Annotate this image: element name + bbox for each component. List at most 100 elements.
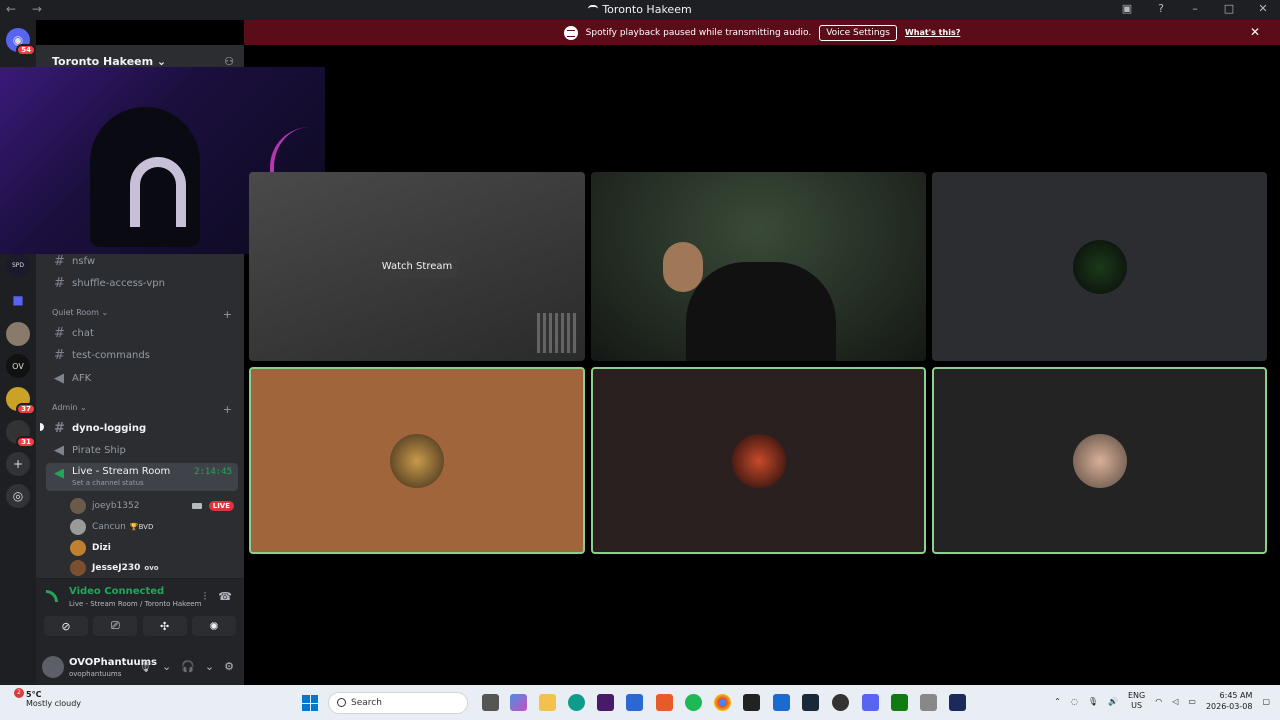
activities-button[interactable]: ✣ [142, 616, 187, 636]
camera-off-button[interactable]: ⊘ [44, 616, 88, 636]
chevron-down-icon[interactable]: ⌄ [205, 660, 214, 673]
taskbar-search[interactable]: Search [328, 692, 468, 714]
channel-chat[interactable]: # chat [46, 322, 238, 344]
speaker-icon: ◀ [54, 442, 64, 458]
clock[interactable]: 6:45 AM 2026-03-08 [1206, 690, 1253, 712]
avatar-tile[interactable] [249, 367, 585, 554]
headphones-icon[interactable]: 🎧 [181, 660, 195, 673]
speaker-icon[interactable]: ◁ [1172, 697, 1178, 706]
hash-icon: # [54, 275, 65, 291]
spotify-notice-bar: Spotify playback paused while transmitti… [244, 20, 1280, 45]
whats-this-link[interactable]: What's this? [905, 28, 960, 37]
chevron-up-icon[interactable]: ⌃ [1054, 697, 1061, 706]
battery-icon[interactable]: ▭ [1188, 697, 1196, 706]
avatar [70, 560, 86, 576]
signal-icon[interactable] [46, 590, 58, 602]
soundboard-button[interactable]: ✺ [191, 616, 236, 636]
notifications-icon[interactable]: ▢ [1262, 697, 1270, 706]
voice-user[interactable]: Dizi [70, 538, 240, 558]
voice-user[interactable]: JesseJ230 ovo [70, 560, 240, 576]
spotify-taskbar-icon[interactable] [685, 694, 702, 711]
voice-settings-button[interactable]: Voice Settings [819, 24, 897, 41]
channel-shuffle[interactable]: # shuffle-access-vpn [46, 272, 238, 294]
window-controls: ▣ ? – □ ✕ [1120, 2, 1270, 15]
microphone-icon[interactable]: 🎙 [138, 660, 152, 673]
channel-afk[interactable]: ◀ AFK [46, 367, 238, 389]
edge-icon[interactable] [568, 694, 585, 711]
voice-status-subtitle[interactable]: Live - Stream Room / Toronto Hakeem [69, 600, 201, 608]
task-view-icon[interactable] [482, 694, 499, 711]
discord-taskbar-icon[interactable] [862, 694, 879, 711]
help-icon[interactable]: ? [1154, 2, 1168, 15]
screen-share-button[interactable]: ⎚ [93, 616, 138, 636]
close-notice-icon[interactable]: ✕ [1250, 25, 1260, 39]
minimize-button[interactable]: – [1188, 2, 1202, 15]
title-bar: ← → Toronto Hakeem ▣ ? – □ ✕ [0, 0, 1280, 20]
start-button[interactable] [302, 695, 318, 711]
hash-icon: # [54, 347, 65, 363]
category-admin[interactable]: Admin ⌄ + [52, 403, 232, 416]
channel-pirate-ship[interactable]: ◀ Pirate Ship [46, 439, 238, 461]
volume-icon[interactable]: 🔊 [1108, 697, 1118, 706]
avatar-tile[interactable] [591, 367, 926, 554]
category-quiet-room[interactable]: Quiet Room ⌄ + [52, 308, 232, 321]
copilot-icon[interactable] [510, 694, 527, 711]
file-explorer-icon[interactable] [539, 694, 556, 711]
add-server-icon[interactable]: + [6, 452, 30, 476]
inbox-icon[interactable]: ▣ [1120, 2, 1134, 15]
server-icon-3[interactable]: 37 [6, 387, 36, 415]
app-icon[interactable] [773, 694, 790, 711]
search-icon [337, 698, 346, 707]
window-icon [588, 5, 599, 13]
disconnect-icon[interactable]: ☎ [218, 590, 232, 604]
voice-status-title: Video Connected [69, 586, 165, 597]
network-icon[interactable]: ◌ [1071, 697, 1078, 706]
channel-test-commands[interactable]: # test-commands [46, 344, 238, 366]
user-avatar[interactable] [42, 656, 64, 678]
steam-icon[interactable] [802, 694, 819, 711]
app-icon[interactable] [949, 694, 966, 711]
language-indicator[interactable]: ENG US [1128, 691, 1145, 711]
channel-live-stream-room[interactable]: ◀ Live - Stream Room 2:14:45 Set a channe… [46, 463, 238, 491]
folder-icon[interactable]: ■ [6, 288, 30, 312]
discover-icon[interactable]: ◎ [6, 484, 30, 508]
xbox-icon[interactable] [891, 694, 908, 711]
weather-badge: 2 [14, 688, 24, 698]
video-tile[interactable] [591, 172, 926, 361]
mic-tray-icon[interactable]: 🎙 [1088, 697, 1098, 706]
chrome-icon[interactable] [714, 694, 731, 711]
video-person [686, 262, 836, 361]
stream-tile[interactable]: Watch Stream [249, 172, 585, 361]
channel-status[interactable]: Set a channel status [72, 479, 144, 487]
server-icon-2[interactable] [6, 322, 30, 346]
chevron-down-icon[interactable]: ⌄ [162, 660, 171, 673]
app-icon[interactable] [832, 694, 849, 711]
home-button[interactable]: ◉ 54 [6, 28, 36, 56]
settings-gear-icon[interactable]: ⚙ [224, 660, 234, 673]
hash-icon: # [54, 325, 65, 341]
voice-user[interactable]: joeyb1352 LIVE [70, 496, 240, 516]
voice-user[interactable]: Cancun 🏆BVD [70, 517, 240, 537]
user-controls: 🎙 ⌄ 🎧 ⌄ ⚙ [138, 660, 234, 673]
avatar-tile[interactable] [932, 367, 1267, 554]
window-title: Toronto Hakeem [0, 3, 1280, 16]
noise-suppression-icon[interactable]: ⫶ [204, 590, 207, 604]
app-icon[interactable] [656, 694, 673, 711]
hash-icon: # [54, 253, 65, 269]
avatar-tile[interactable] [932, 172, 1267, 361]
app-icon[interactable] [597, 694, 614, 711]
maximize-button[interactable]: □ [1222, 2, 1236, 15]
add-channel-icon[interactable]: + [223, 403, 232, 416]
watch-stream-button[interactable]: Watch Stream [377, 254, 457, 278]
server-icon-spd[interactable]: SPD [6, 253, 30, 277]
app-icon[interactable] [920, 694, 937, 711]
channel-dyno-logging[interactable]: # dyno-logging [46, 417, 238, 439]
server-icon-4[interactable]: 31 [6, 420, 36, 448]
close-window-button[interactable]: ✕ [1256, 2, 1270, 15]
add-channel-icon[interactable]: + [223, 308, 232, 321]
server-icon-ovo[interactable]: OV [6, 354, 30, 378]
wifi-icon[interactable]: ◠ [1155, 697, 1162, 706]
app-icon[interactable] [743, 694, 760, 711]
weather-widget[interactable]: 2 5°C Mostly cloudy [8, 688, 81, 708]
app-icon[interactable] [626, 694, 643, 711]
